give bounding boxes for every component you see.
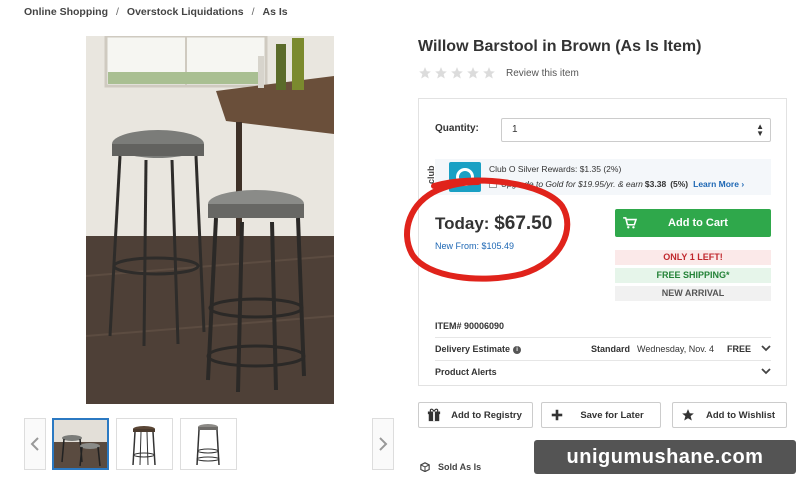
thumbnail-prev-button[interactable] — [24, 418, 46, 470]
chevron-down-icon — [761, 345, 771, 352]
upgrade-checkbox[interactable] — [489, 180, 497, 188]
club-o-logo — [449, 162, 481, 192]
save-for-later-button[interactable]: Save for Later — [541, 402, 661, 428]
breadcrumb-separator: / — [251, 6, 255, 18]
free-shipping-badge[interactable]: FREE SHIPPING* — [615, 268, 771, 283]
thumbnail-1[interactable] — [52, 418, 109, 470]
box-icon — [420, 462, 430, 472]
add-to-registry-label: Add to Registry — [451, 409, 522, 421]
watermark: unigumushane.com — [534, 440, 796, 474]
chevron-down-icon — [761, 368, 771, 375]
add-to-wishlist-label: Add to Wishlist — [705, 409, 776, 421]
thumbnail-2[interactable] — [116, 418, 173, 470]
cart-icon — [623, 217, 637, 229]
star-icon — [435, 67, 447, 79]
club-o-rewards: club Club O Silver Rewards: $1.35 (2%) U… — [426, 159, 771, 195]
star-icon — [419, 67, 431, 79]
breadcrumb-online-shopping[interactable]: Online Shopping — [24, 6, 108, 18]
add-to-registry-button[interactable]: Add to Registry — [418, 402, 533, 428]
quantity-select[interactable]: 1 ▲ ▼ — [501, 118, 771, 142]
upgrade-amount: $3.38 — [644, 179, 667, 189]
new-from-price[interactable]: New From: $105.49 — [435, 241, 514, 251]
delivery-date: Wednesday, Nov. 4 — [637, 344, 715, 354]
breadcrumb-separator: / — [116, 6, 119, 18]
delivery-estimate-row[interactable]: Delivery Estimate i Standard Wednesday, N… — [435, 337, 771, 359]
today-amount: $67.50 — [494, 213, 553, 234]
buy-box: Quantity: 1 ▲ ▼ club Club O Silver Reward… — [418, 98, 787, 386]
breadcrumb-overstock-liquidations[interactable]: Overstock Liquidations — [127, 6, 244, 18]
product-alerts-label: Product Alerts — [435, 367, 497, 377]
star-icon — [483, 67, 495, 79]
rating-stars[interactable] — [418, 66, 496, 80]
product-main-image[interactable] — [86, 36, 334, 404]
club-o-upgrade: Upgrade to Gold for $19.95/yr. & earn $3… — [489, 179, 744, 189]
breadcrumb: Online Shopping / Overstock Liquidations / A… — [24, 6, 288, 18]
delivery-method: Standard — [591, 344, 631, 354]
quantity-value: 1 — [512, 124, 518, 135]
star-icon — [467, 67, 479, 79]
rating: Review this item — [418, 66, 579, 80]
star-icon — [682, 409, 694, 421]
save-for-later-label: Save for Later — [580, 409, 644, 421]
breadcrumb-as-is[interactable]: As Is — [263, 6, 288, 18]
today-price: Today: $67.50 — [435, 213, 552, 235]
quantity-label: Quantity: — [435, 123, 479, 134]
add-to-cart-button[interactable]: Add to Cart — [615, 209, 771, 237]
sold-as-is-label: Sold As Is — [438, 462, 482, 472]
review-link[interactable]: Review this item — [506, 68, 579, 79]
select-caret-icon: ▲ ▼ — [756, 122, 764, 138]
club-o-badge-text: club — [426, 165, 436, 184]
product-alerts-row[interactable]: Product Alerts — [435, 360, 771, 382]
product-title: Willow Barstool in Brown (As Is Item) — [418, 38, 702, 55]
new-arrival-badge: NEW ARRIVAL — [615, 286, 771, 301]
gift-icon — [427, 408, 441, 422]
upgrade-text: Upgrade to Gold for $19.95/yr. & earn — [501, 179, 643, 189]
delivery-cost: FREE — [727, 344, 752, 354]
thumbnail-3[interactable] — [180, 418, 237, 470]
chevron-right-icon — [379, 437, 388, 451]
chevron-left-icon — [30, 437, 39, 451]
thumbnail-next-button[interactable] — [372, 418, 394, 470]
delivery-label: Delivery Estimate i — [435, 344, 522, 354]
club-o-silver-rewards: Club O Silver Rewards: $1.35 (2%) — [489, 164, 622, 174]
star-icon — [451, 67, 463, 79]
info-icon[interactable]: i — [513, 346, 522, 354]
add-to-cart-label: Add to Cart — [668, 217, 728, 229]
item-number: ITEM# 90006090 — [435, 321, 505, 331]
learn-more-link[interactable]: Learn More › — [693, 179, 744, 189]
add-to-wishlist-button[interactable]: Add to Wishlist — [672, 402, 787, 428]
today-label: Today: — [435, 214, 490, 233]
only-left-badge: ONLY 1 LEFT! — [615, 250, 771, 265]
sold-as-is: Sold As Is — [420, 462, 481, 472]
plus-icon — [551, 409, 563, 421]
upgrade-percent: (5%) — [670, 179, 689, 189]
